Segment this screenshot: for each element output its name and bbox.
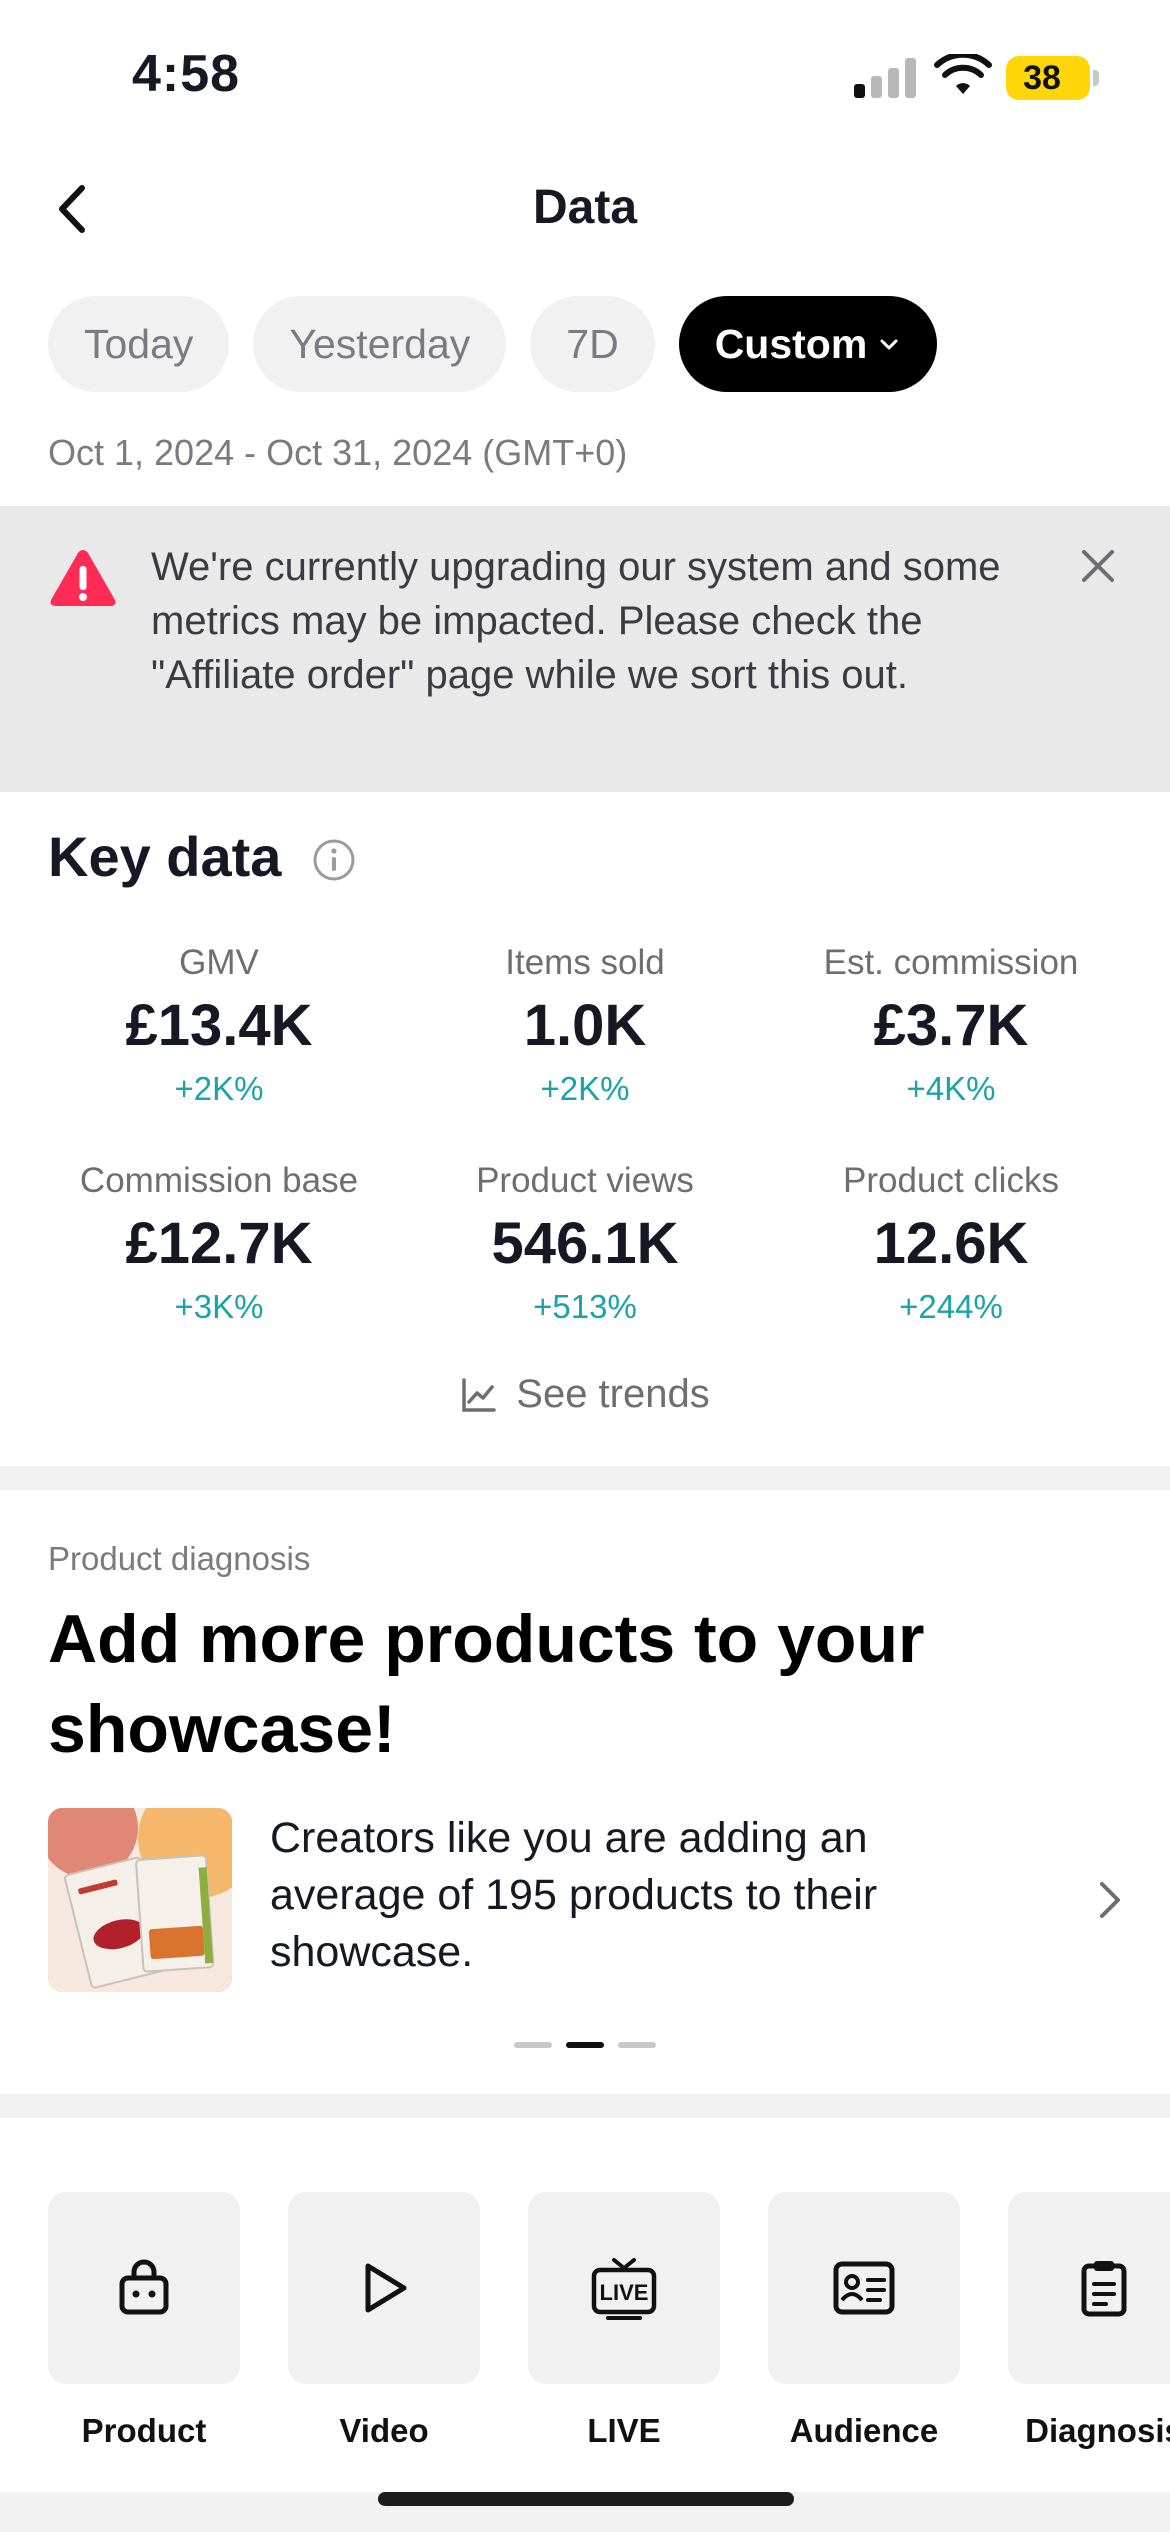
product-diagnosis-card[interactable]: Product diagnosis Add more products to y…	[0, 1490, 1170, 2094]
metric-items-sold[interactable]: Items sold 1.0K +2K%	[390, 938, 780, 1114]
metric-delta: +4K%	[906, 1070, 996, 1107]
date-range: Oct 1, 2024 - Oct 31, 2024 (GMT+0)	[48, 432, 628, 473]
close-icon[interactable]	[1074, 542, 1122, 590]
cellular-signal-icon	[854, 58, 916, 98]
metric-product-views[interactable]: Product views 546.1K +513%	[390, 1156, 780, 1332]
metric-delta: +2K%	[174, 1070, 264, 1107]
metric-value: £12.7K	[125, 1211, 313, 1276]
tool-audience-box	[768, 2192, 960, 2384]
date-filter-chips: Today Yesterday 7D Custom	[48, 296, 938, 392]
metric-delta: +513%	[533, 1288, 637, 1325]
id-card-icon	[833, 2261, 895, 2315]
tool-label: Video	[339, 2412, 429, 2449]
tool-label: Product	[81, 2412, 207, 2449]
shopping-bag-icon	[119, 2259, 169, 2315]
chevron-right-icon[interactable]	[1092, 1874, 1128, 1926]
carousel-indicator	[514, 2042, 656, 2048]
chip-custom[interactable]: Custom	[678, 296, 938, 392]
metric-value: £3.7K	[873, 993, 1029, 1058]
tool-product[interactable]: Product	[48, 2192, 240, 2450]
tools-row: Product Video LIVE LIVE Audience Diagnos…	[0, 2118, 1170, 2492]
tool-video-box	[288, 2192, 480, 2384]
see-trends-label: See trends	[516, 1372, 710, 1416]
diagnosis-text: Creators like you are adding an average …	[270, 1814, 878, 1976]
chip-custom-label: Custom	[714, 321, 868, 367]
metric-label: Product clicks	[843, 1161, 1059, 1200]
metric-label: Est. commission	[823, 943, 1079, 982]
diagnosis-title: Add more products to your showcase!	[48, 1601, 925, 1767]
chip-yesterday[interactable]: Yesterday	[253, 296, 507, 392]
status-bar: 4:58 38	[0, 0, 1170, 150]
tool-live[interactable]: LIVE LIVE	[528, 2192, 720, 2450]
metric-label: Items sold	[505, 943, 665, 982]
wifi-icon	[934, 54, 992, 94]
carousel-dot-active	[566, 2042, 604, 2048]
metric-label: Product views	[476, 1161, 694, 1200]
product-thumbnail	[48, 1808, 232, 1992]
carousel-dot	[618, 2042, 656, 2048]
line-chart-icon	[462, 1377, 497, 1412]
tool-audience[interactable]: Audience	[768, 2192, 960, 2450]
key-data-section: Key data GMV £13.4K +2K% Items sold 1.0K…	[0, 792, 1170, 1466]
tool-diagnosis-box	[1008, 2192, 1170, 2384]
metric-commission-base[interactable]: Commission base £12.7K +3K%	[24, 1156, 414, 1332]
warning-icon	[50, 550, 116, 606]
clipboard-icon	[1081, 2261, 1127, 2317]
metric-est-commission[interactable]: Est. commission £3.7K +4K%	[756, 938, 1146, 1114]
tool-label: Audience	[789, 2412, 939, 2449]
info-icon[interactable]	[312, 838, 356, 882]
chip-today[interactable]: Today	[48, 296, 230, 392]
metric-gmv[interactable]: GMV £13.4K +2K%	[24, 938, 414, 1114]
tool-product-box	[48, 2192, 240, 2384]
tool-label: LIVE	[587, 2412, 661, 2449]
carousel-dot	[514, 2042, 552, 2048]
alert-message: We're currently upgrading our system and…	[151, 545, 1001, 697]
metric-value: 546.1K	[491, 1211, 679, 1276]
chip-7d[interactable]: 7D	[530, 296, 655, 392]
key-data-title: Key data	[48, 825, 282, 888]
metric-value: 1.0K	[523, 993, 647, 1058]
diagnosis-eyebrow: Product diagnosis	[48, 1540, 311, 1577]
battery-level: 38	[1023, 59, 1061, 97]
play-icon	[365, 2263, 407, 2313]
see-trends-link[interactable]: See trends	[0, 1372, 1170, 1417]
battery-tip	[1093, 70, 1099, 86]
chevron-down-icon	[880, 339, 898, 350]
status-time: 4:58	[132, 45, 241, 103]
metric-product-clicks[interactable]: Product clicks 12.6K +244%	[756, 1156, 1146, 1332]
product-packets-image	[48, 1808, 232, 1992]
metric-label: GMV	[179, 943, 259, 982]
live-tv-icon: LIVE	[591, 2258, 657, 2320]
metric-delta: +3K%	[174, 1288, 264, 1325]
page-title: Data	[532, 181, 638, 234]
tool-label: Diagnosis	[1025, 2412, 1170, 2449]
metric-delta: +2K%	[540, 1070, 630, 1107]
home-indicator[interactable]	[378, 2492, 794, 2506]
tool-live-box: LIVE	[528, 2192, 720, 2384]
system-alert-banner: We're currently upgrading our system and…	[0, 506, 1170, 792]
tool-video[interactable]: Video	[288, 2192, 480, 2450]
tool-diagnosis[interactable]: Diagnosis	[1008, 2192, 1170, 2450]
metric-value: £13.4K	[125, 993, 313, 1058]
metric-value: 12.6K	[873, 1211, 1029, 1276]
metric-delta: +244%	[899, 1288, 1003, 1325]
metric-label: Commission base	[79, 1161, 359, 1200]
svg-text:LIVE: LIVE	[600, 2280, 649, 2305]
battery-icon: 38	[1006, 56, 1099, 100]
